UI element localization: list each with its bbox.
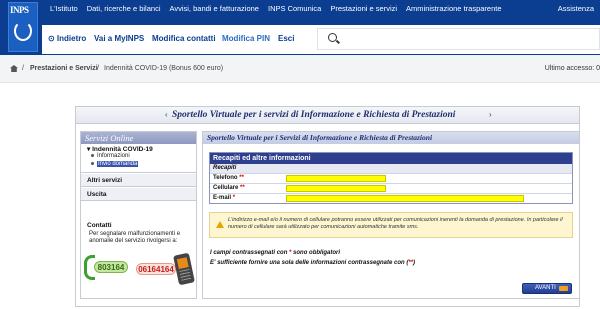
sportello-title: Sportello Virtuale per i servizi di Info… <box>172 110 456 120</box>
arrow-left-icon: ‹ <box>165 110 168 119</box>
breadcrumb: / Prestazioni e Servizi / Indennità COVI… <box>0 55 600 83</box>
menu-item-informazioni[interactable]: Informazioni <box>91 153 130 159</box>
edit-pin-link[interactable]: Modifica PIN <box>222 34 270 43</box>
top-link-dati[interactable]: Dati, ricerche e bilanci <box>87 4 161 13</box>
search-icon[interactable] <box>328 33 337 42</box>
breadcrumb-sep: / <box>22 65 24 72</box>
phone-number-green: 803164 <box>94 261 128 273</box>
email-field[interactable] <box>286 195 524 202</box>
inps-logo[interactable]: INPS <box>8 2 38 52</box>
menu-covid: ▾ Indennità COVID-19 <box>81 145 196 173</box>
avanti-label: AVANTI <box>535 285 556 291</box>
logo-swirl-icon <box>14 21 32 41</box>
mobile-phone-icon <box>173 252 195 286</box>
sportello-frame: ‹ Sportello Virtuale per i servizi di In… <box>75 106 580 307</box>
breadcrumb-current: Indennità COVID-19 (Bonus 600 euro) <box>104 65 224 72</box>
form-subtitle: Recapiti <box>210 164 572 173</box>
cellulare-field[interactable] <box>286 185 386 192</box>
contacts-text: Per segnalare malfunzionamenti e anomali… <box>89 231 181 244</box>
back-button[interactable]: ⊙ Indietro <box>48 34 86 43</box>
menu-altri-servizi[interactable]: Altri servizi <box>81 174 196 187</box>
info-note-text: L'indirizzo e-mail e/o il numero di cell… <box>228 217 563 230</box>
menu-covid-label[interactable]: ▾ Indennità COVID-19 <box>87 146 153 153</box>
menu-item-invio-domanda[interactable]: Invio domanda <box>91 161 139 167</box>
menu-uscita[interactable]: Uscita <box>81 188 196 201</box>
assistance-link[interactable]: Assistenza <box>558 4 594 13</box>
edit-contacts-link[interactable]: Modifica contatti <box>152 34 216 43</box>
menu-item-informazioni-label: Informazioni <box>97 153 130 159</box>
form-title: Recapiti ed altre informazioni <box>210 153 572 164</box>
email-row: E-mail * <box>210 193 572 203</box>
top-links: L'Istituto Dati, ricerche e bilanci Avvi… <box>50 4 502 13</box>
telefono-row: Telefono ** <box>210 173 572 183</box>
optional-fields-note: E' sufficiente fornire una sola delle in… <box>210 260 416 266</box>
exit-link[interactable]: Esci <box>278 34 294 43</box>
info-note: L'indirizzo e-mail e/o il numero di cell… <box>209 212 573 238</box>
telefono-label: Telefono ** <box>213 175 244 181</box>
contacts-form: Recapiti ed altre informazioni Recapiti … <box>209 152 573 204</box>
breadcrumb-sep: / <box>97 65 99 72</box>
mobile-screen <box>176 257 189 270</box>
bullet-icon <box>91 153 94 157</box>
request-panel: Sportello Virtuale per i Servizi di Info… <box>202 131 580 299</box>
breadcrumb-section[interactable]: Prestazioni e Servizi <box>30 65 98 72</box>
menu-item-invio-domanda-label: Invio domanda <box>97 161 139 167</box>
myinps-link[interactable]: Vai a MyINPS <box>94 34 144 43</box>
last-access: Ultimo accesso: 0 <box>544 65 600 72</box>
nav-bar: ⊙ Indietro Vai a MyINPS Modifica contatt… <box>42 25 600 54</box>
request-panel-header: Sportello Virtuale per i Servizi di Info… <box>203 132 579 144</box>
logo-text: INPS <box>10 5 29 15</box>
arrow-right-icon: › <box>489 110 492 119</box>
arrow-forward-icon <box>559 286 568 291</box>
required-fields-note: I campi contrassegnati con * sono obblig… <box>210 250 341 256</box>
warning-icon <box>216 221 224 228</box>
email-label: E-mail * <box>213 195 236 201</box>
home-icon[interactable] <box>10 65 18 72</box>
cellulare-row: Cellulare ** <box>210 183 572 193</box>
bullet-icon <box>91 161 94 165</box>
telefono-field[interactable] <box>286 175 386 182</box>
cellulare-label: Cellulare ** <box>213 185 245 191</box>
sportello-header: ‹ Sportello Virtuale per i servizi di In… <box>76 107 579 124</box>
mobile-keys <box>179 268 192 281</box>
avanti-button[interactable]: AVANTI <box>522 283 572 294</box>
services-header: Servizi Online <box>81 132 196 144</box>
top-link-avvisi[interactable]: Avvisi, bandi e fatturazione <box>169 4 259 13</box>
top-link-trasparente[interactable]: Amministrazione trasparente <box>406 4 501 13</box>
top-link-istituto[interactable]: L'Istituto <box>50 4 78 13</box>
services-panel: Servizi Online ▾ Indennità COVID-19 Info… <box>80 131 197 299</box>
phone-number-red: 06164164 <box>136 263 176 275</box>
contacts-title: Contatti <box>87 222 112 229</box>
top-link-prestazioni[interactable]: Prestazioni e servizi <box>330 4 397 13</box>
search-input[interactable] <box>317 28 600 50</box>
top-link-comunica[interactable]: INPS Comunica <box>268 4 321 13</box>
